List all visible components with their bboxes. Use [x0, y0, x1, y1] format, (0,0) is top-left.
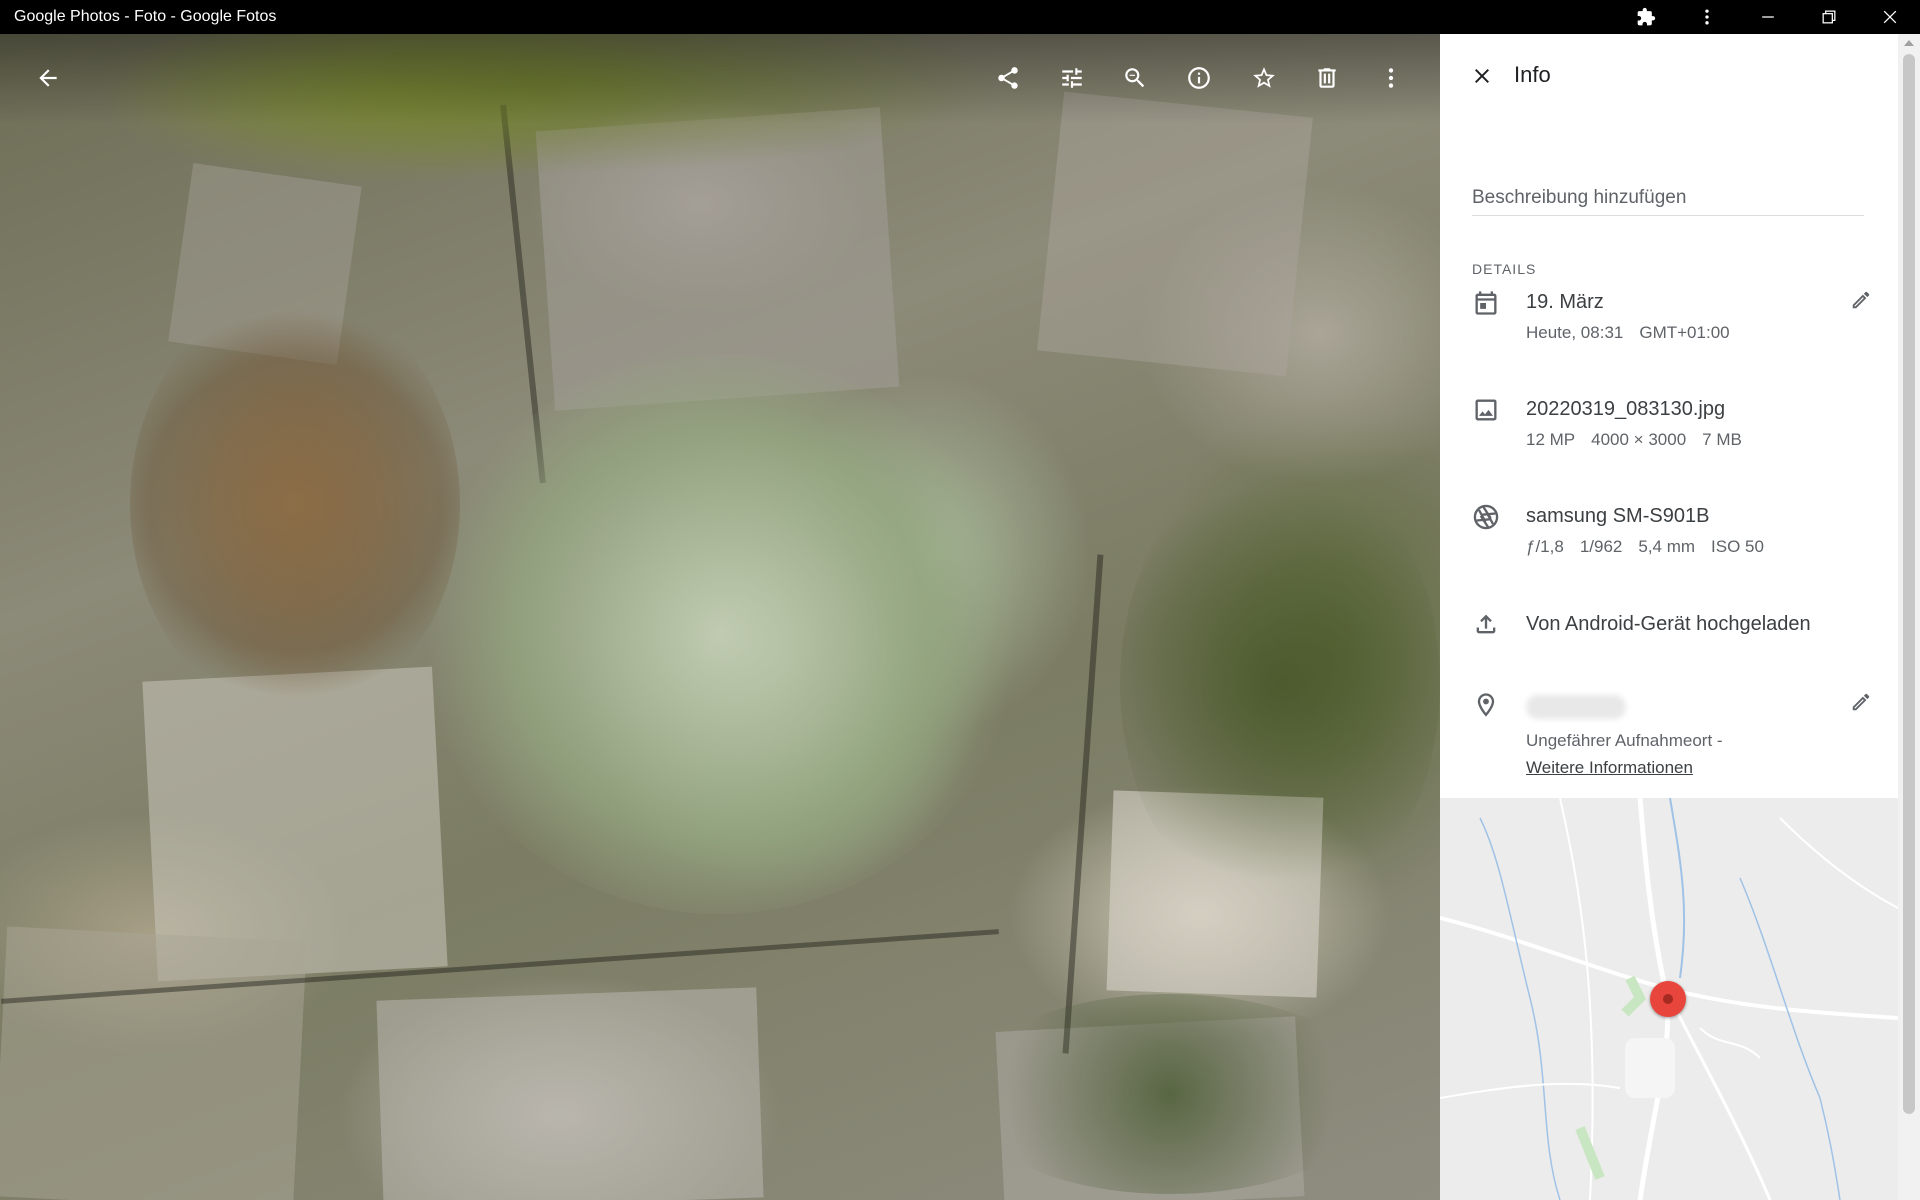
info-panel: Info DETAILS 19. März Heute, 08:31 GMT+01… [1440, 34, 1898, 1200]
edit-button[interactable] [1048, 54, 1096, 102]
file-row: 20220319_083130.jpg 12 MP 4000 × 3000 7 MB [1472, 396, 1882, 466]
delete-icon [1318, 68, 1336, 88]
restore-button[interactable] [1798, 0, 1859, 34]
info-icon [1188, 67, 1210, 89]
photo-shrub [130, 294, 460, 714]
description-input[interactable] [1472, 180, 1864, 216]
delete-button[interactable] [1303, 54, 1351, 102]
photo-ivy [960, 994, 1380, 1194]
restore-icon [1822, 10, 1835, 24]
favorite-button[interactable] [1240, 54, 1288, 102]
panel-scrollbar[interactable] [1898, 34, 1920, 1200]
details-section-label: DETAILS [1472, 261, 1537, 277]
window-title: Google Photos - Foto - Google Fotos [14, 8, 277, 25]
viewer-toolbar-backdrop [0, 34, 1440, 124]
share-icon [998, 67, 1018, 89]
share-button[interactable] [984, 54, 1032, 102]
arrow-back-icon [39, 69, 57, 87]
info-panel-header: Info [1440, 34, 1898, 118]
file-dimensions: 4000 × 3000 [1591, 430, 1687, 449]
date-sub: Heute, 08:31 GMT+01:00 [1526, 323, 1746, 343]
more-vert-icon [1704, 9, 1709, 25]
map-location-marker[interactable] [1650, 981, 1686, 1017]
zoom-button[interactable] [1111, 54, 1159, 102]
location-name-redacted [1526, 695, 1626, 719]
camera-focal-length: 5,4 mm [1638, 537, 1696, 556]
camera-iris-icon [1472, 503, 1500, 531]
camera-row: samsung SM-S901B ƒ/1,8 1/962 5,4 mm ISO 50 [1472, 503, 1882, 573]
camera-settings: ƒ/1,8 1/962 5,4 mm ISO 50 [1526, 537, 1780, 557]
edit-location-button[interactable] [1850, 691, 1878, 719]
upload-row: Von Android-Gerät hochgeladen [1472, 610, 1882, 650]
date-main: 19. März [1526, 291, 1604, 313]
file-megapixels: 12 MP [1526, 430, 1576, 449]
camera-iso: ISO 50 [1711, 537, 1764, 556]
pencil-icon [1852, 291, 1870, 309]
file-name: 20220319_083130.jpg [1526, 398, 1726, 420]
location-pin-icon [1472, 691, 1500, 719]
close-icon [1475, 69, 1489, 83]
photo-crack [1062, 554, 1104, 1054]
location-row: Ungefährer Aufnahmeort - Weitere Informa… [1472, 691, 1882, 791]
scroll-up-arrow[interactable] [1904, 40, 1914, 46]
location-map[interactable] [1440, 798, 1898, 1200]
photo-rock [0, 926, 307, 1200]
photo-viewer[interactable] [0, 34, 1440, 1200]
more-info-link[interactable]: Weitere Informationen [1526, 754, 1723, 781]
extensions-button[interactable] [1615, 0, 1676, 34]
star-icon [1253, 67, 1275, 88]
more-options-button[interactable] [1367, 54, 1415, 102]
location-note: Ungefährer Aufnahmeort - Weitere Informa… [1526, 727, 1723, 781]
minimize-icon [1761, 16, 1774, 18]
camera-model: samsung SM-S901B [1526, 505, 1710, 527]
file-sub: 12 MP 4000 × 3000 7 MB [1526, 430, 1758, 450]
info-button[interactable] [1175, 54, 1223, 102]
date-row: 19. März Heute, 08:31 GMT+01:00 [1472, 289, 1882, 359]
photo-rock [1037, 91, 1313, 377]
file-size: 7 MB [1702, 430, 1742, 449]
pencil-icon [1852, 693, 1870, 711]
close-icon [1883, 10, 1896, 24]
upload-source: Von Android-Gerät hochgeladen [1526, 613, 1811, 635]
edit-tune-icon [1062, 68, 1082, 88]
scrollbar-thumb[interactable] [1903, 54, 1915, 1114]
close-info-button[interactable] [1460, 54, 1504, 98]
back-button[interactable] [24, 54, 72, 102]
date-time: Heute, 08:31 [1526, 323, 1624, 342]
close-window-button[interactable] [1859, 0, 1920, 34]
puzzle-icon [1637, 7, 1655, 26]
photo-ivy [1120, 454, 1440, 914]
upload-icon [1472, 610, 1500, 638]
image-icon [1472, 396, 1500, 424]
window-menu-button[interactable] [1676, 0, 1737, 34]
info-panel-title: Info [1514, 62, 1551, 87]
calendar-icon [1472, 289, 1500, 317]
edit-date-button[interactable] [1850, 289, 1878, 317]
window-titlebar: Google Photos - Foto - Google Fotos [0, 0, 1920, 34]
photo-shrub [420, 354, 1020, 914]
minimize-button[interactable] [1737, 0, 1798, 34]
date-timezone: GMT+01:00 [1639, 323, 1730, 342]
camera-shutter: 1/962 [1579, 537, 1623, 556]
camera-aperture: ƒ/1,8 [1526, 537, 1564, 556]
more-vert-icon [1388, 68, 1394, 88]
photo-rock [376, 987, 764, 1200]
zoom-icon [1125, 68, 1145, 88]
location-approx-text: Ungefährer Aufnahmeort - [1526, 731, 1723, 750]
